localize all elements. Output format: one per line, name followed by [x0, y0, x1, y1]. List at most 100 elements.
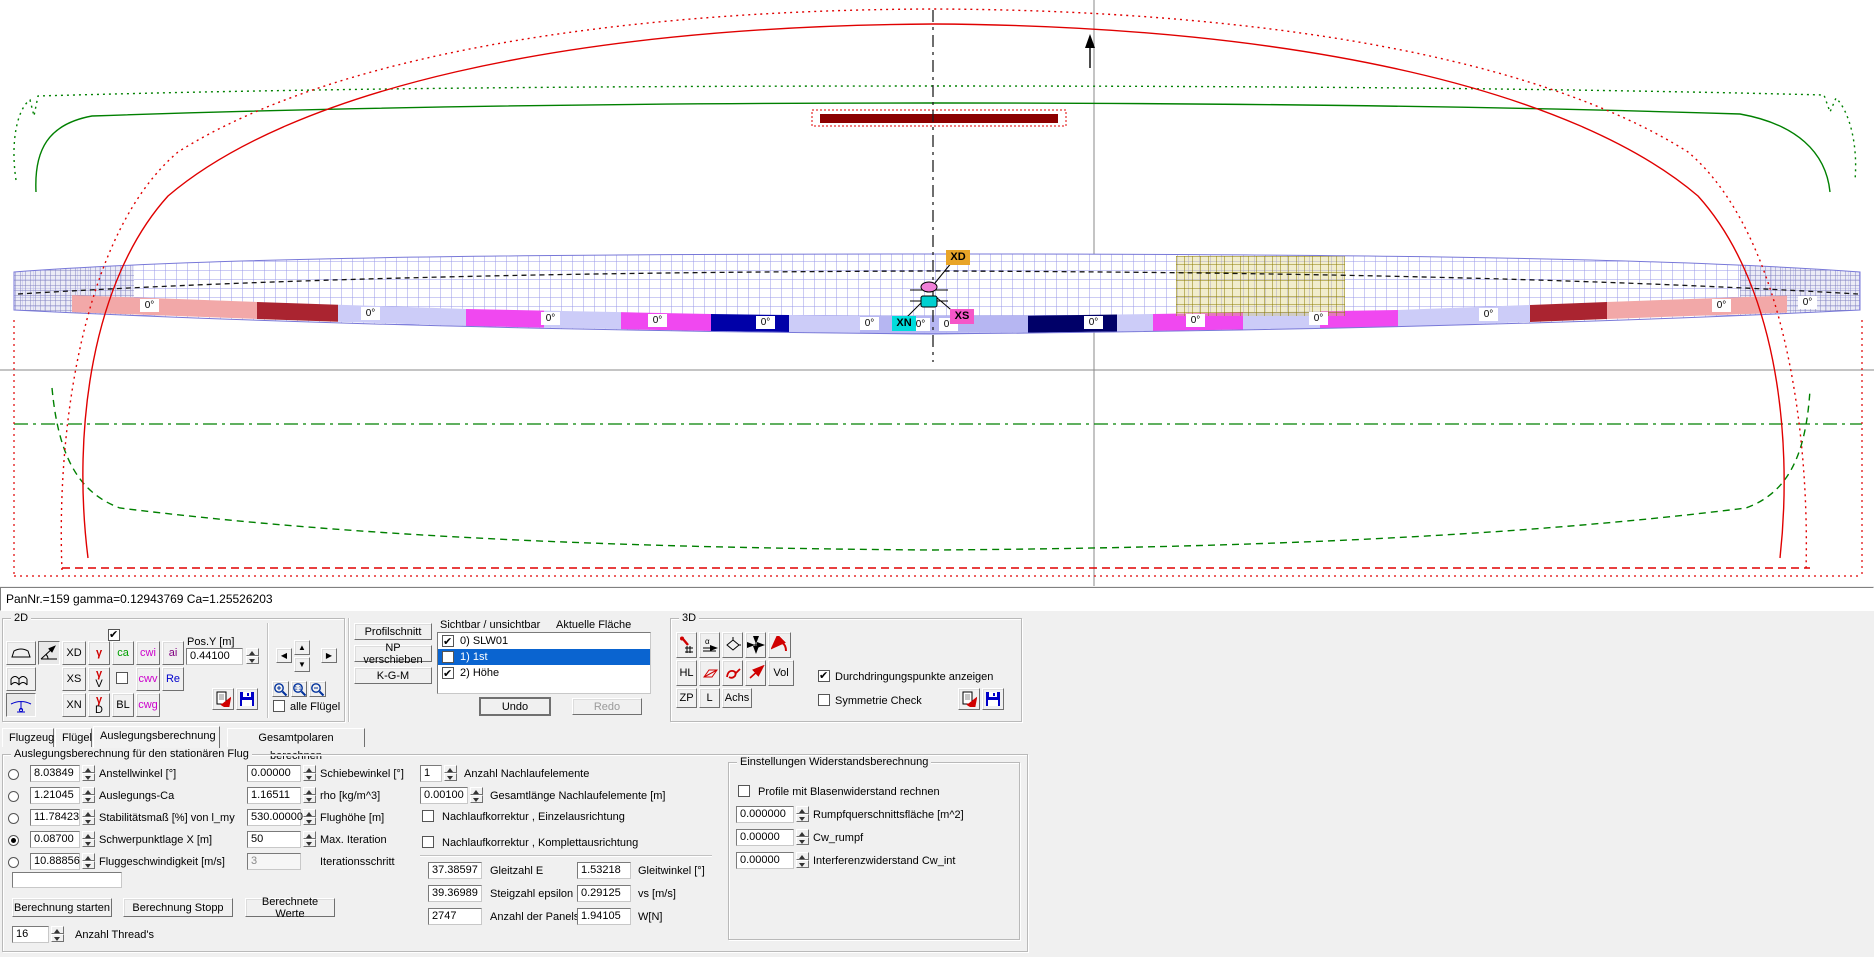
surface-listbox[interactable]: 0) SLW01 1) 1st 2) Höhe	[437, 632, 651, 694]
nachlaufkorrektur-komplett-checkbox[interactable]	[422, 836, 434, 848]
3d-export-button[interactable]	[958, 688, 980, 710]
pan-up-button[interactable]: ▲	[294, 640, 310, 655]
front-view-button[interactable]	[6, 693, 36, 717]
radio-anstellwinkel[interactable]	[8, 769, 19, 780]
nachlaufkorrektur-einzel-checkbox[interactable]	[422, 810, 434, 822]
profilschnitt-button[interactable]: Profilschnitt	[354, 623, 432, 640]
tab-fluegel[interactable]: Flügel	[55, 728, 92, 747]
berechnung-stopp-button[interactable]: Berechnung Stopp	[123, 898, 233, 917]
rumpfflaeche-input[interactable]: 0.000000	[736, 806, 794, 823]
max-iteration-input[interactable]: 50	[247, 831, 301, 848]
schwerpunktlage-input[interactable]: 0.08700	[30, 831, 80, 848]
surface-visible-checkbox[interactable]	[442, 666, 454, 682]
gamma-d-button[interactable]: γ D	[88, 693, 110, 717]
berechnete-werte-button[interactable]: Berechnete Werte	[245, 896, 335, 920]
durchdringung-checkbox[interactable]	[818, 669, 830, 682]
auslegungs-ca-input[interactable]: 1.21045	[30, 787, 80, 804]
angle-tool-button[interactable]	[38, 641, 60, 665]
cwv-button[interactable]: cwv	[136, 667, 160, 691]
flughoehe-spinner[interactable]	[303, 809, 316, 825]
ca-button[interactable]: ca	[112, 641, 134, 665]
pos-y-input[interactable]: 0.44100	[186, 648, 243, 665]
auslegungs-ca-spinner[interactable]	[82, 787, 95, 803]
anstellwinkel-spinner[interactable]	[82, 765, 95, 781]
nachlauf-anzahl-spinner[interactable]	[444, 765, 457, 781]
surface-list-item-selected[interactable]: 1) 1st	[438, 649, 650, 666]
xn-toggle-button[interactable]: XN	[62, 693, 86, 717]
pan-left-button[interactable]: ◀	[276, 648, 292, 663]
stabilitaetsmass-input[interactable]: 11.78423	[30, 809, 80, 826]
3d-surface-button[interactable]	[699, 660, 720, 686]
3d-alpha-flow-button[interactable]: α	[699, 632, 720, 658]
schiebewinkel-input[interactable]: 0.00000	[247, 765, 301, 782]
3d-hl-button[interactable]: HL	[676, 660, 697, 686]
kgm-button[interactable]: K-G-M	[354, 667, 432, 684]
ai-button[interactable]: ai	[162, 641, 184, 665]
np-verschieben-button[interactable]: NP verschieben	[354, 642, 432, 666]
pan-right-button[interactable]: ▶	[321, 648, 337, 663]
2d-top-checkbox[interactable]	[108, 628, 120, 641]
max-iteration-spinner[interactable]	[303, 831, 316, 847]
zoom-in-button[interactable]	[272, 681, 289, 697]
nachlauf-anzahl-input[interactable]: 1	[420, 765, 442, 782]
rho-input[interactable]: 1.16511	[247, 787, 301, 804]
gamma-button[interactable]: γ	[88, 641, 110, 665]
tab-flugzeug[interactable]: Flugzeug	[2, 728, 54, 747]
stabilitaetsmass-spinner[interactable]	[82, 809, 95, 825]
surface-list-item[interactable]: 0) SLW01	[438, 633, 650, 650]
cwi-button[interactable]: cwi	[136, 641, 160, 665]
tab-gesamtpolaren[interactable]: Gesamtpolaren berechnen	[227, 728, 365, 762]
zoom-1to1-button[interactable]: 1:1	[291, 681, 307, 697]
3d-vol-button[interactable]: Vol	[768, 660, 794, 686]
3d-save-button[interactable]	[982, 688, 1004, 710]
3d-zp-button[interactable]: ZP	[676, 688, 697, 708]
radio-stabilitaetsmass[interactable]	[8, 813, 19, 824]
2d-export-button[interactable]	[212, 688, 234, 710]
pos-y-spinner[interactable]	[246, 648, 259, 664]
2d-mid-checkbox[interactable]	[116, 672, 128, 684]
radio-schwerpunktlage[interactable]	[8, 835, 19, 846]
3d-paint-button[interactable]	[676, 632, 697, 658]
wing-3d-view-button[interactable]	[6, 667, 36, 691]
fluggeschwindigkeit-input[interactable]: 10.88856	[30, 853, 80, 870]
plot-canvas[interactable]: 0° 0° 0° 0° 0° 0° 0° 0° 0° 0° 0° 0° 0° 0° XD XS XN	[0, 0, 1874, 586]
xs-toggle-button[interactable]: XS	[62, 667, 86, 691]
threads-spinner[interactable]	[51, 926, 64, 942]
cw-rumpf-spinner[interactable]	[796, 829, 809, 845]
nachlauf-laenge-input[interactable]: 0.00100	[420, 787, 468, 804]
radio-fluggeschwindigkeit[interactable]	[8, 857, 19, 868]
xd-toggle-button[interactable]: XD	[62, 641, 86, 665]
cw-int-spinner[interactable]	[796, 852, 809, 868]
zoom-out-button[interactable]	[309, 681, 326, 697]
surface-list-item[interactable]: 2) Höhe	[438, 665, 650, 682]
gamma-v-button[interactable]: γ V	[88, 667, 110, 691]
cw-rumpf-input[interactable]: 0.00000	[736, 829, 794, 846]
redo-button[interactable]: Redo	[572, 698, 642, 715]
bl-button[interactable]: BL	[112, 693, 134, 717]
threads-input[interactable]: 16	[12, 926, 49, 943]
flughoehe-input[interactable]: 530.00000	[247, 809, 303, 826]
3d-move-button[interactable]	[745, 632, 766, 658]
cwg-button[interactable]: cwg	[136, 693, 160, 717]
surface-visible-checkbox[interactable]	[442, 634, 454, 650]
schiebewinkel-spinner[interactable]	[303, 765, 316, 781]
blasenwiderstand-checkbox[interactable]	[738, 785, 750, 797]
re-button[interactable]: Re	[162, 667, 184, 691]
3d-undo-button[interactable]	[768, 632, 791, 658]
3d-pen-button[interactable]	[722, 660, 743, 686]
symmetrie-checkbox[interactable]	[818, 694, 830, 706]
3d-achs-button[interactable]: Achs	[722, 688, 752, 708]
cw-int-input[interactable]: 0.00000	[736, 852, 794, 869]
tab-auslegungsberechnung[interactable]: Auslegungsberechnung	[93, 726, 220, 748]
2d-save-button[interactable]	[236, 688, 258, 710]
3d-vector-button[interactable]	[745, 660, 766, 686]
3d-panel-normals-button[interactable]	[722, 632, 743, 658]
wing-planform-view-button[interactable]	[6, 641, 36, 665]
berechnung-starten-button[interactable]: Berechnung starten	[12, 898, 112, 917]
anstellwinkel-input[interactable]: 8.03849	[30, 765, 80, 782]
3d-l-button[interactable]: L	[699, 688, 720, 708]
rho-spinner[interactable]	[303, 787, 316, 803]
surface-visible-checkbox[interactable]	[442, 650, 454, 666]
fluggeschwindigkeit-spinner[interactable]	[82, 853, 95, 869]
radio-auslegungs-ca[interactable]	[8, 791, 19, 802]
